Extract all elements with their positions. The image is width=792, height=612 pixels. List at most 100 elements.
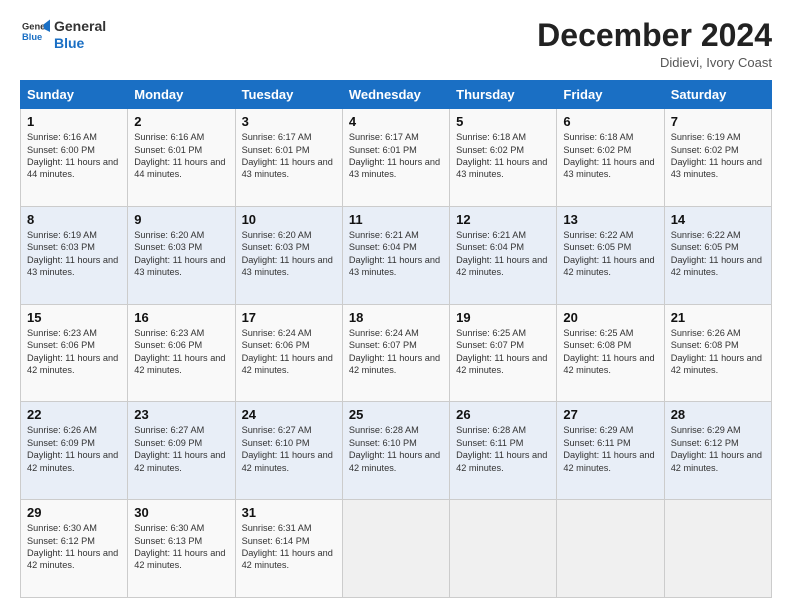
weekday-header-saturday: Saturday bbox=[664, 81, 771, 109]
calendar-cell: 10 Sunrise: 6:20 AMSunset: 6:03 PMDaylig… bbox=[235, 206, 342, 304]
day-info: Sunrise: 6:27 AMSunset: 6:09 PMDaylight:… bbox=[134, 424, 228, 474]
day-number: 2 bbox=[134, 114, 228, 129]
day-info: Sunrise: 6:23 AMSunset: 6:06 PMDaylight:… bbox=[134, 327, 228, 377]
day-number: 15 bbox=[27, 310, 121, 325]
calendar-cell: 25 Sunrise: 6:28 AMSunset: 6:10 PMDaylig… bbox=[342, 402, 449, 500]
day-number: 4 bbox=[349, 114, 443, 129]
day-number: 28 bbox=[671, 407, 765, 422]
title-block: December 2024 Didievi, Ivory Coast bbox=[537, 18, 772, 70]
day-number: 26 bbox=[456, 407, 550, 422]
calendar-cell bbox=[342, 500, 449, 598]
calendar-week-3: 15 Sunrise: 6:23 AMSunset: 6:06 PMDaylig… bbox=[21, 304, 772, 402]
day-info: Sunrise: 6:20 AMSunset: 6:03 PMDaylight:… bbox=[134, 229, 228, 279]
day-info: Sunrise: 6:21 AMSunset: 6:04 PMDaylight:… bbox=[456, 229, 550, 279]
calendar-cell bbox=[664, 500, 771, 598]
day-number: 19 bbox=[456, 310, 550, 325]
calendar-cell: 28 Sunrise: 6:29 AMSunset: 6:12 PMDaylig… bbox=[664, 402, 771, 500]
day-info: Sunrise: 6:19 AMSunset: 6:03 PMDaylight:… bbox=[27, 229, 121, 279]
day-info: Sunrise: 6:26 AMSunset: 6:08 PMDaylight:… bbox=[671, 327, 765, 377]
day-number: 30 bbox=[134, 505, 228, 520]
calendar-week-4: 22 Sunrise: 6:26 AMSunset: 6:09 PMDaylig… bbox=[21, 402, 772, 500]
calendar-week-1: 1 Sunrise: 6:16 AMSunset: 6:00 PMDayligh… bbox=[21, 109, 772, 207]
calendar-cell: 9 Sunrise: 6:20 AMSunset: 6:03 PMDayligh… bbox=[128, 206, 235, 304]
calendar-cell: 3 Sunrise: 6:17 AMSunset: 6:01 PMDayligh… bbox=[235, 109, 342, 207]
day-number: 29 bbox=[27, 505, 121, 520]
calendar-cell: 26 Sunrise: 6:28 AMSunset: 6:11 PMDaylig… bbox=[450, 402, 557, 500]
calendar-cell: 11 Sunrise: 6:21 AMSunset: 6:04 PMDaylig… bbox=[342, 206, 449, 304]
calendar-cell: 4 Sunrise: 6:17 AMSunset: 6:01 PMDayligh… bbox=[342, 109, 449, 207]
day-info: Sunrise: 6:31 AMSunset: 6:14 PMDaylight:… bbox=[242, 522, 336, 572]
day-number: 25 bbox=[349, 407, 443, 422]
day-number: 3 bbox=[242, 114, 336, 129]
day-number: 24 bbox=[242, 407, 336, 422]
calendar-cell: 21 Sunrise: 6:26 AMSunset: 6:08 PMDaylig… bbox=[664, 304, 771, 402]
calendar-cell: 23 Sunrise: 6:27 AMSunset: 6:09 PMDaylig… bbox=[128, 402, 235, 500]
day-number: 31 bbox=[242, 505, 336, 520]
calendar-cell: 27 Sunrise: 6:29 AMSunset: 6:11 PMDaylig… bbox=[557, 402, 664, 500]
day-info: Sunrise: 6:22 AMSunset: 6:05 PMDaylight:… bbox=[563, 229, 657, 279]
location: Didievi, Ivory Coast bbox=[537, 55, 772, 70]
day-number: 14 bbox=[671, 212, 765, 227]
header: General Blue General Blue December 2024 … bbox=[20, 18, 772, 70]
calendar-cell: 20 Sunrise: 6:25 AMSunset: 6:08 PMDaylig… bbox=[557, 304, 664, 402]
day-number: 20 bbox=[563, 310, 657, 325]
day-number: 27 bbox=[563, 407, 657, 422]
day-info: Sunrise: 6:29 AMSunset: 6:12 PMDaylight:… bbox=[671, 424, 765, 474]
day-info: Sunrise: 6:17 AMSunset: 6:01 PMDaylight:… bbox=[349, 131, 443, 181]
day-info: Sunrise: 6:18 AMSunset: 6:02 PMDaylight:… bbox=[456, 131, 550, 181]
month-title: December 2024 bbox=[537, 18, 772, 53]
calendar-cell: 17 Sunrise: 6:24 AMSunset: 6:06 PMDaylig… bbox=[235, 304, 342, 402]
day-info: Sunrise: 6:20 AMSunset: 6:03 PMDaylight:… bbox=[242, 229, 336, 279]
day-info: Sunrise: 6:26 AMSunset: 6:09 PMDaylight:… bbox=[27, 424, 121, 474]
calendar-cell: 12 Sunrise: 6:21 AMSunset: 6:04 PMDaylig… bbox=[450, 206, 557, 304]
calendar-cell: 7 Sunrise: 6:19 AMSunset: 6:02 PMDayligh… bbox=[664, 109, 771, 207]
calendar-cell: 14 Sunrise: 6:22 AMSunset: 6:05 PMDaylig… bbox=[664, 206, 771, 304]
calendar-table: SundayMondayTuesdayWednesdayThursdayFrid… bbox=[20, 80, 772, 598]
calendar-cell bbox=[450, 500, 557, 598]
calendar-cell: 2 Sunrise: 6:16 AMSunset: 6:01 PMDayligh… bbox=[128, 109, 235, 207]
day-info: Sunrise: 6:24 AMSunset: 6:06 PMDaylight:… bbox=[242, 327, 336, 377]
calendar-cell: 18 Sunrise: 6:24 AMSunset: 6:07 PMDaylig… bbox=[342, 304, 449, 402]
day-number: 12 bbox=[456, 212, 550, 227]
logo-general: General bbox=[54, 18, 106, 35]
weekday-header-wednesday: Wednesday bbox=[342, 81, 449, 109]
logo: General Blue General Blue bbox=[20, 18, 106, 52]
day-info: Sunrise: 6:27 AMSunset: 6:10 PMDaylight:… bbox=[242, 424, 336, 474]
weekday-header-sunday: Sunday bbox=[21, 81, 128, 109]
calendar-cell: 1 Sunrise: 6:16 AMSunset: 6:00 PMDayligh… bbox=[21, 109, 128, 207]
calendar-cell: 8 Sunrise: 6:19 AMSunset: 6:03 PMDayligh… bbox=[21, 206, 128, 304]
day-number: 6 bbox=[563, 114, 657, 129]
day-number: 22 bbox=[27, 407, 121, 422]
calendar-week-2: 8 Sunrise: 6:19 AMSunset: 6:03 PMDayligh… bbox=[21, 206, 772, 304]
day-info: Sunrise: 6:21 AMSunset: 6:04 PMDaylight:… bbox=[349, 229, 443, 279]
day-info: Sunrise: 6:28 AMSunset: 6:11 PMDaylight:… bbox=[456, 424, 550, 474]
weekday-header-monday: Monday bbox=[128, 81, 235, 109]
day-number: 11 bbox=[349, 212, 443, 227]
day-number: 9 bbox=[134, 212, 228, 227]
day-info: Sunrise: 6:30 AMSunset: 6:12 PMDaylight:… bbox=[27, 522, 121, 572]
svg-text:Blue: Blue bbox=[22, 32, 42, 42]
weekday-header-tuesday: Tuesday bbox=[235, 81, 342, 109]
day-info: Sunrise: 6:30 AMSunset: 6:13 PMDaylight:… bbox=[134, 522, 228, 572]
calendar-cell: 24 Sunrise: 6:27 AMSunset: 6:10 PMDaylig… bbox=[235, 402, 342, 500]
day-number: 13 bbox=[563, 212, 657, 227]
calendar-cell: 13 Sunrise: 6:22 AMSunset: 6:05 PMDaylig… bbox=[557, 206, 664, 304]
calendar-cell: 19 Sunrise: 6:25 AMSunset: 6:07 PMDaylig… bbox=[450, 304, 557, 402]
calendar-cell: 31 Sunrise: 6:31 AMSunset: 6:14 PMDaylig… bbox=[235, 500, 342, 598]
day-number: 5 bbox=[456, 114, 550, 129]
day-number: 10 bbox=[242, 212, 336, 227]
day-number: 23 bbox=[134, 407, 228, 422]
calendar-week-5: 29 Sunrise: 6:30 AMSunset: 6:12 PMDaylig… bbox=[21, 500, 772, 598]
calendar-cell: 29 Sunrise: 6:30 AMSunset: 6:12 PMDaylig… bbox=[21, 500, 128, 598]
calendar-cell: 16 Sunrise: 6:23 AMSunset: 6:06 PMDaylig… bbox=[128, 304, 235, 402]
day-info: Sunrise: 6:29 AMSunset: 6:11 PMDaylight:… bbox=[563, 424, 657, 474]
day-info: Sunrise: 6:24 AMSunset: 6:07 PMDaylight:… bbox=[349, 327, 443, 377]
page: General Blue General Blue December 2024 … bbox=[0, 0, 792, 612]
calendar-cell: 30 Sunrise: 6:30 AMSunset: 6:13 PMDaylig… bbox=[128, 500, 235, 598]
day-info: Sunrise: 6:18 AMSunset: 6:02 PMDaylight:… bbox=[563, 131, 657, 181]
logo-blue: Blue bbox=[54, 35, 106, 52]
day-number: 7 bbox=[671, 114, 765, 129]
day-info: Sunrise: 6:22 AMSunset: 6:05 PMDaylight:… bbox=[671, 229, 765, 279]
calendar-cell: 5 Sunrise: 6:18 AMSunset: 6:02 PMDayligh… bbox=[450, 109, 557, 207]
day-number: 21 bbox=[671, 310, 765, 325]
